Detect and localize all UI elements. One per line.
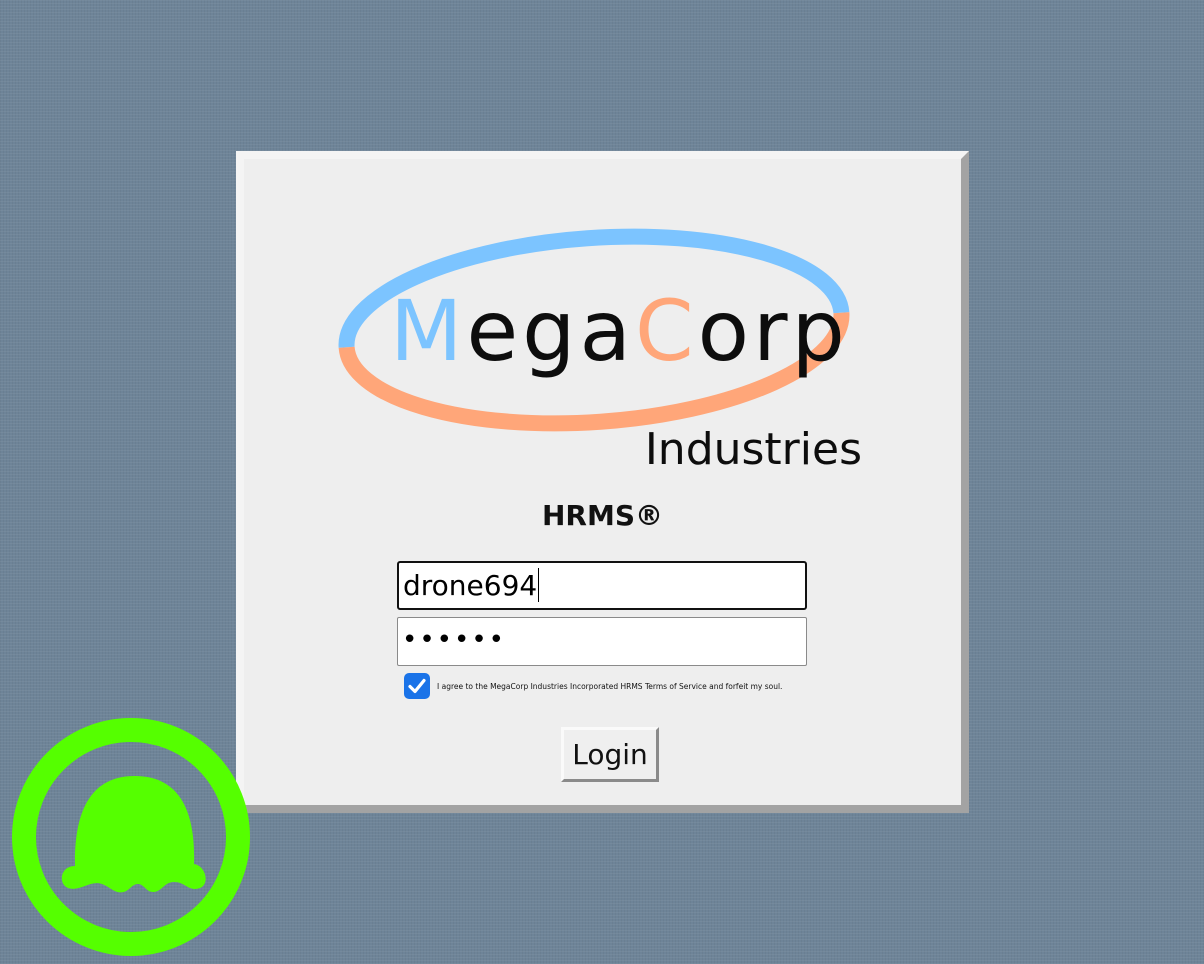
logo-subtitle: Industries <box>645 424 862 474</box>
login-button[interactable]: Login <box>561 727 659 782</box>
svg-text:MegaCorp: MegaCorp <box>390 282 849 380</box>
password-value: •••••• <box>402 625 507 655</box>
terms-label: I agree to the MegaCorp Industries Incor… <box>437 681 783 691</box>
password-input[interactable]: •••••• <box>397 617 807 666</box>
username-value: drone694 <box>403 569 538 602</box>
terms-agreement: I agree to the MegaCorp Industries Incor… <box>404 673 782 699</box>
logo-letters-orp: orp <box>698 282 849 380</box>
megacorp-logo: MegaCorp Industries <box>338 228 862 474</box>
logo-letter-m: M <box>390 282 466 380</box>
app-title: HRMS® <box>541 499 664 532</box>
ghost-icon[interactable] <box>10 716 252 958</box>
username-input[interactable]: drone694 <box>397 561 807 610</box>
login-panel: MegaCorp Industries HRMS® drone694 •••••… <box>236 151 969 813</box>
terms-checkbox[interactable] <box>404 673 430 699</box>
checkmark-icon <box>408 678 426 694</box>
logo-letters-ega: ega <box>466 282 634 380</box>
ghost-icon-body <box>61 776 206 893</box>
logo-letter-c: C <box>635 282 698 380</box>
text-caret <box>538 568 540 602</box>
